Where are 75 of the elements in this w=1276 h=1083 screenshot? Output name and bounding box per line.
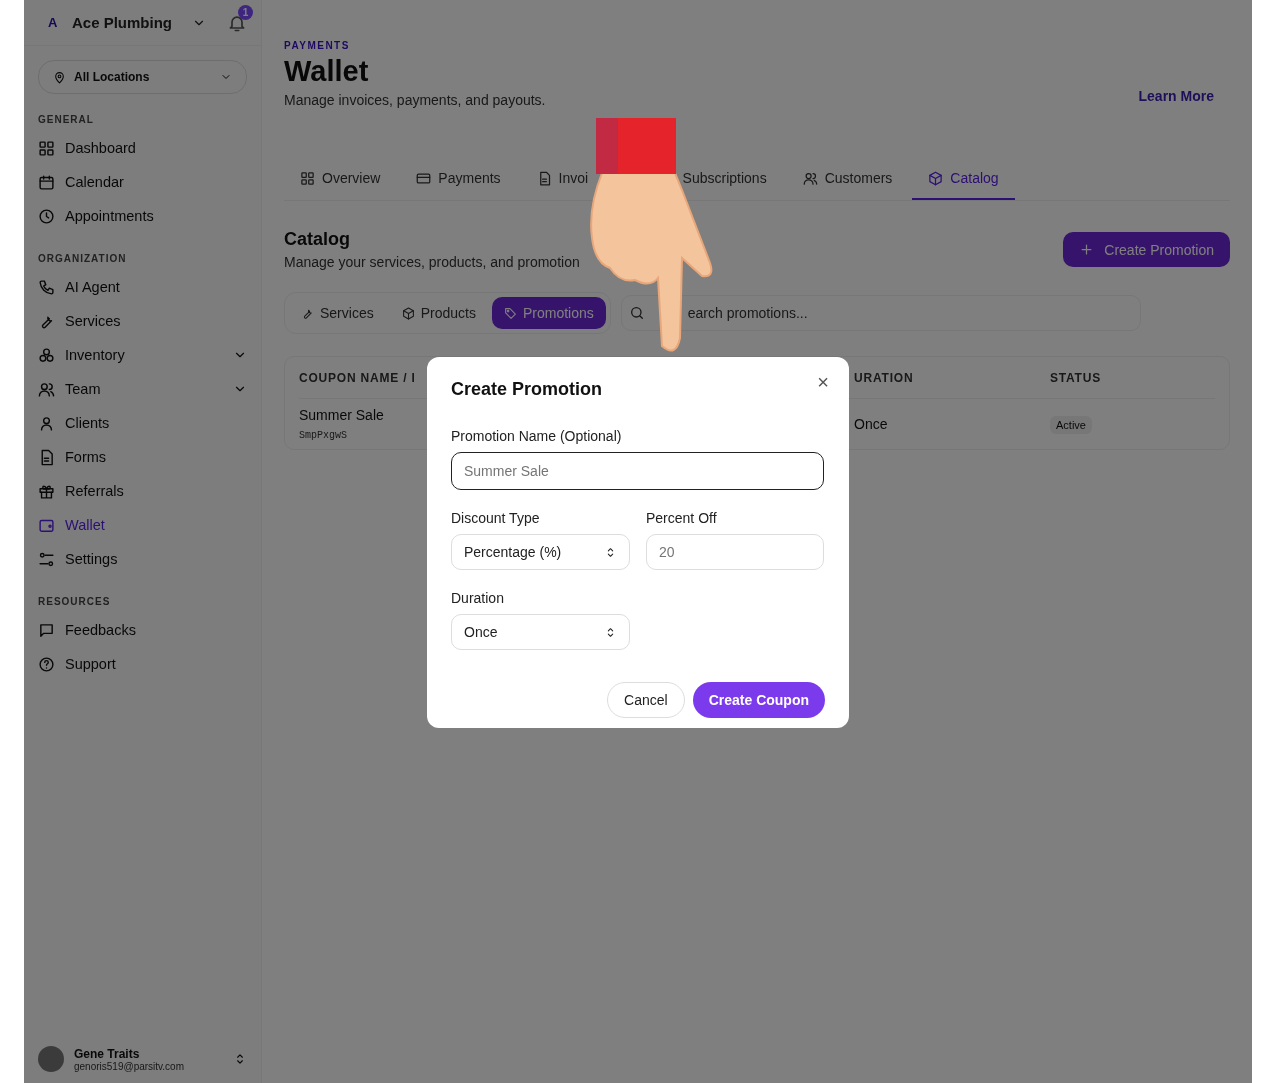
field-label: Discount Type [451, 510, 541, 526]
cube-icon [928, 170, 944, 186]
grid-icon [38, 139, 55, 157]
chat-icon [38, 621, 55, 639]
dropdown[interactable]: Once [451, 614, 630, 650]
filter-tab[interactable]: Products [389, 297, 488, 329]
location-pin-icon [53, 70, 66, 84]
dropdown[interactable]: Percentage (%) [451, 534, 630, 570]
sidebar-item[interactable]: Inventory [38, 338, 247, 372]
section-subtitle: Manage your services, products, and promotion [284, 254, 580, 270]
grid-icon [300, 170, 315, 186]
column-header: STATUS [1050, 370, 1102, 385]
people-icon [802, 170, 818, 186]
sidebar-item[interactable]: Feedbacks [38, 613, 247, 647]
sidebar-item[interactable]: Referrals [38, 474, 247, 508]
field-label: Percent Off [646, 510, 718, 526]
table-cell: Summer Sale [299, 407, 384, 423]
search-field[interactable]: earch promotions... [620, 295, 1141, 331]
field-label: Duration [451, 590, 505, 606]
section-heading: ORGANIZATION [38, 253, 128, 264]
sidebar-item[interactable]: Support [38, 647, 247, 681]
sidebar-item[interactable]: Clients [38, 406, 247, 440]
calendar-icon [38, 173, 55, 191]
person-icon [38, 414, 55, 432]
sidebar-item[interactable]: Dashboard [38, 131, 247, 165]
tab[interactable]: Customers [786, 160, 909, 200]
tab[interactable]: Overview [284, 160, 397, 200]
create-promotion-button[interactable]: Create Promotion [1063, 232, 1230, 267]
filter-tab[interactable]: Services [289, 297, 386, 329]
filter-tab[interactable]: Promotions [491, 297, 606, 329]
card-icon [416, 170, 432, 186]
notification-badge: 1 [238, 4, 253, 20]
help-icon [38, 655, 55, 673]
tag-icon [503, 306, 517, 320]
sidebar-item[interactable]: Forms [38, 440, 247, 474]
dialog-title: Create Promotion [451, 379, 603, 400]
page-subtitle: Manage invoices, payments, and payouts. [284, 92, 546, 108]
tab[interactable]: Payments [400, 160, 517, 200]
boxes-icon [38, 346, 55, 364]
sidebar-item[interactable]: Services [38, 304, 247, 338]
learn-more-link[interactable]: Learn More [1138, 88, 1214, 104]
field-label: Promotion Name (Optional) [451, 428, 623, 444]
sidebar-item[interactable]: Appointments [38, 199, 247, 233]
location-selector[interactable]: All Locations [38, 60, 247, 94]
search-icon [628, 305, 645, 321]
avatar [38, 1046, 64, 1072]
input-field[interactable]: Summer Sale [451, 452, 824, 490]
tab[interactable]: Catalog [912, 160, 1015, 200]
plus-icon [1079, 242, 1095, 257]
section-title: Catalog [284, 229, 351, 250]
sidebar-item[interactable]: Team [38, 372, 247, 406]
phone-icon [38, 278, 55, 296]
section-heading: GENERAL [38, 114, 95, 125]
business-initial: A [48, 15, 59, 30]
close-button[interactable]: × [817, 371, 829, 394]
status-badge: Active [1050, 416, 1092, 434]
section-heading: RESOURCES [38, 596, 112, 607]
sidebar-item[interactable]: Wallet [38, 508, 247, 542]
user-email: genoris519@parsitv.com [74, 1060, 185, 1072]
section-label: PAYMENTS [284, 40, 351, 51]
table-cell: Once [854, 416, 888, 432]
sidebar-item[interactable]: AI Agent [38, 270, 247, 304]
user-name: Gene Traits [74, 1046, 141, 1061]
create-button[interactable]: Create Coupon [692, 682, 825, 718]
sidebar-item[interactable]: Settings [38, 542, 247, 576]
business-switcher[interactable]: Ace Plumbing [72, 14, 219, 31]
column-header: URATION [854, 370, 914, 385]
sidebar-item[interactable]: Calendar [38, 165, 247, 199]
cube-icon [401, 306, 415, 320]
sliders-icon [38, 550, 55, 568]
column-header: COUPON NAME / I [299, 370, 416, 385]
page-title: Wallet [284, 55, 370, 88]
table-cell: SmpPxgwS [299, 430, 347, 441]
clock-icon [38, 207, 55, 225]
people-icon [38, 380, 55, 398]
